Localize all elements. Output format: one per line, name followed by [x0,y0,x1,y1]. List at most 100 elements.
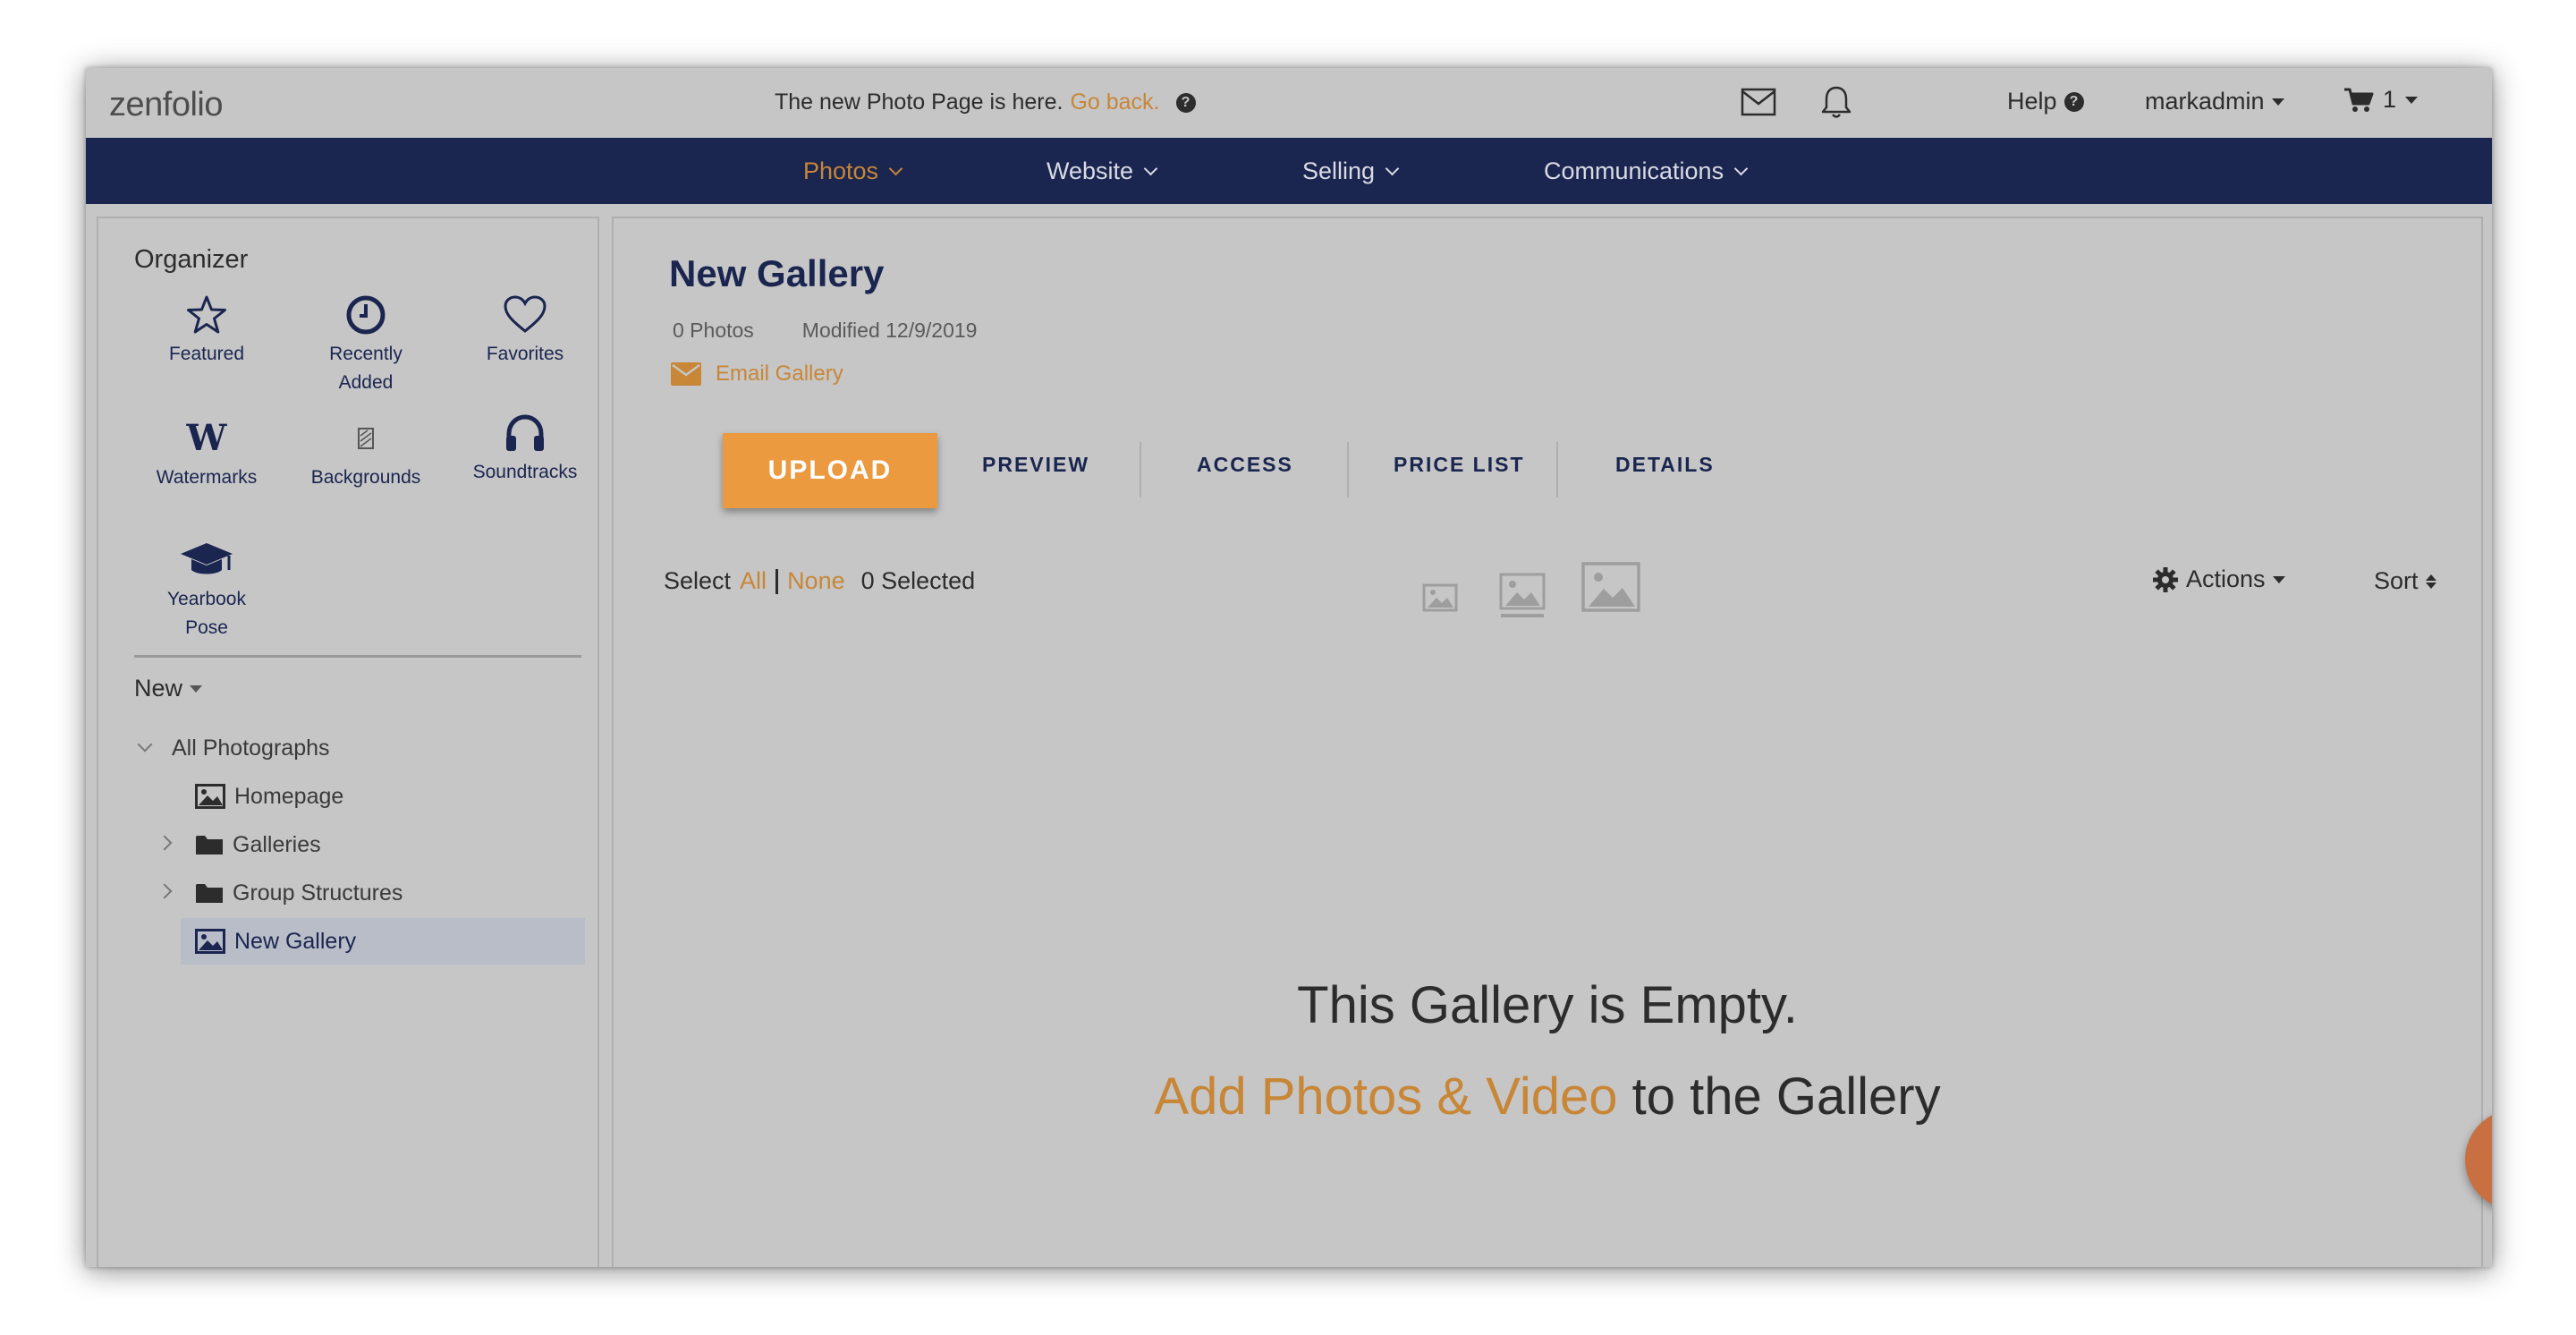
organizer-yearbook-pose-label: Yearbook Pose [167,589,246,638]
organizer-soundtracks[interactable]: Soundtracks [449,408,601,487]
tree-item-label: All Photographs [172,735,330,761]
organizer-watermarks-label: Watermarks [156,467,258,488]
nav-selling[interactable]: Selling [1302,157,1400,185]
tree-item-group-structures[interactable]: Group Structures [195,870,402,916]
app-window: zenfolio The new Photo Page is here. Go … [86,68,2492,1267]
help-label: Help [2007,88,2057,115]
tree-item-label: Galleries [233,831,321,857]
select-label: Select [664,567,732,594]
chevron-down-icon [1733,161,1749,176]
gallery-panel: New Gallery 0 Photos Modified 12/9/2019 … [612,217,2483,1267]
nav-photos-label: Photos [803,157,879,184]
cart-icon [2344,88,2374,112]
medium-thumbnail-view-icon[interactable] [1499,573,1546,624]
tree-expand-icon[interactable] [157,883,173,899]
organizer-backgrounds-label: Backgrounds [310,467,421,488]
user-menu[interactable]: markadmin [2145,88,2284,115]
top-bar: zenfolio The new Photo Page is here. Go … [86,68,2492,138]
tab-divider [1347,442,1349,497]
organizer-backgrounds[interactable]: Backgrounds [290,413,442,492]
help-menu[interactable]: Help ? [2007,88,2084,115]
gallery-meta: 0 Photos Modified 12/9/2019 [673,319,977,343]
tree-item-all-photographs[interactable]: All Photographs [172,725,330,771]
gallery-icon [195,929,225,954]
small-thumbnail-view-icon[interactable] [1422,583,1458,616]
modified-date: Modified 12/9/2019 [801,319,978,342]
cart-button[interactable]: 1 [2343,86,2419,114]
caret-down-icon [2271,98,2284,106]
main-nav: Photos Website Selling Communications [86,138,2492,204]
background-icon [290,413,442,463]
chat-bubble-icon [2491,1137,2492,1182]
bell-icon[interactable] [1819,84,1853,124]
large-thumbnail-view-icon[interactable] [1581,562,1640,616]
cart-count: 1 [2383,86,2397,113]
tree-collapse-icon[interactable] [137,736,153,753]
organizer-featured-label: Featured [168,344,245,364]
question-icon[interactable]: ? [1175,92,1196,113]
tree-item-label: Homepage [234,783,344,809]
chevron-down-icon [1385,161,1400,176]
tab-access[interactable]: ACCESS [1197,453,1293,477]
sidebar-divider [134,655,581,658]
tab-divider [1140,442,1141,497]
tree-item-galleries[interactable]: Galleries [195,821,321,868]
upload-button[interactable]: UPLOAD [723,433,937,508]
nav-photos[interactable]: Photos [803,157,903,185]
chevron-down-icon [888,161,903,176]
empty-gallery-title: This Gallery is Empty. [1297,976,1798,1034]
nav-communications[interactable]: Communications [1544,157,1749,185]
gear-icon [2153,566,2178,592]
headphones-icon [449,408,601,458]
folder-icon [196,836,223,855]
select-all-link[interactable]: All [740,567,767,595]
nav-website-label: Website [1046,157,1134,184]
organizer-yearbook-pose[interactable]: Yearbook Pose [131,535,283,642]
cart-caret-icon [2405,96,2419,104]
watermark-icon: W [186,417,227,459]
email-gallery-label: Email Gallery [716,361,843,386]
select-controls: Select All None 0 Selected [664,567,975,595]
envelope-icon [671,362,701,386]
organizer-sidebar: Organizer Featured Recently Added Favori… [97,217,599,1267]
mail-icon[interactable] [1741,88,1776,121]
nav-website[interactable]: Website [1046,157,1158,185]
sort-dropdown[interactable]: Sort [2374,567,2436,595]
tab-details[interactable]: DETAILS [1615,453,1715,477]
clock-icon [290,290,442,340]
chevron-down-icon [1143,161,1158,176]
add-photos-video-link[interactable]: Add Photos & Video [1154,1067,1617,1126]
new-dropdown-button[interactable]: New [134,675,203,702]
actions-dropdown[interactable]: Actions [2152,565,2285,593]
username: markadmin [2145,88,2265,115]
help-question-icon: ? [2063,91,2084,112]
organizer-favorites-label: Favorites [486,344,564,364]
tree-item-label: New Gallery [234,928,357,954]
organizer-recently-added[interactable]: Recently Added [290,290,442,397]
tree-item-new-gallery[interactable]: New Gallery [181,918,585,965]
organizer-featured[interactable]: Featured [131,290,283,369]
tree-item-homepage[interactable]: Homepage [195,773,343,820]
empty-gallery-suffix: to the Gallery [1631,1067,1941,1126]
tree-item-label: Group Structures [233,880,403,906]
caret-down-icon [2272,575,2285,583]
email-gallery-link[interactable]: Email Gallery [671,361,843,387]
nav-selling-label: Selling [1302,157,1376,184]
heart-icon [449,290,601,340]
sort-label: Sort [2374,567,2419,594]
tab-preview[interactable]: PREVIEW [982,453,1089,477]
photo-page-notice: The new Photo Page is here. Go back. ? [775,89,1196,115]
organizer-watermarks[interactable]: W Watermarks [131,413,283,492]
zenfolio-logo[interactable]: zenfolio [109,86,223,124]
gallery-icon [195,784,225,809]
select-separator [775,568,779,594]
folder-icon [196,884,223,903]
go-back-link[interactable]: Go back. [1070,89,1159,115]
tree-expand-icon[interactable] [157,835,173,851]
organizer-title: Organizer [134,245,249,274]
tab-price-list[interactable]: PRICE LIST [1394,453,1525,477]
new-label: New [134,675,183,702]
select-none-link[interactable]: None [787,567,845,595]
organizer-favorites[interactable]: Favorites [449,290,601,369]
tab-divider [1556,442,1558,497]
